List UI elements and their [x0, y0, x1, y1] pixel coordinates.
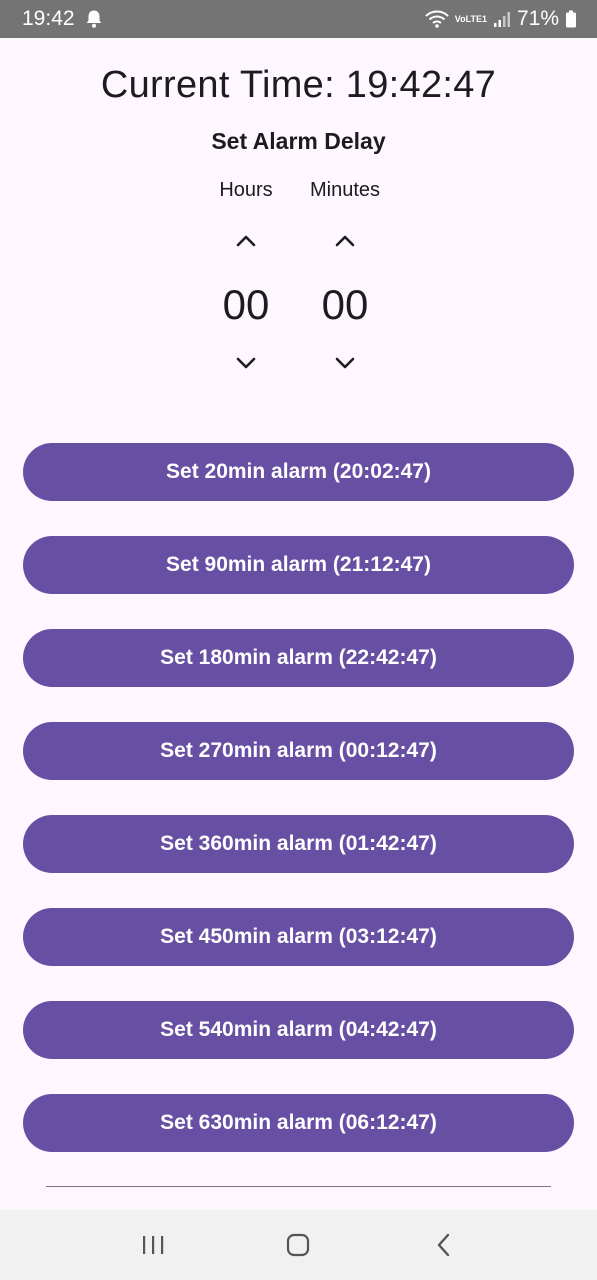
- wifi-icon: [425, 9, 449, 29]
- set-alarm-button-360min[interactable]: Set 360min alarm (01:42:47): [23, 815, 574, 873]
- set-alarm-button-270min[interactable]: Set 270min alarm (00:12:47): [23, 722, 574, 780]
- status-left: 19:42: [22, 7, 103, 31]
- divider: [46, 1186, 551, 1187]
- battery-icon: [565, 10, 577, 28]
- back-button[interactable]: [414, 1215, 474, 1275]
- recent-apps-button[interactable]: [123, 1215, 183, 1275]
- minutes-value[interactable]: 00: [285, 270, 405, 340]
- hours-increment-chevron-up-icon[interactable]: [234, 234, 258, 248]
- delay-title: Set Alarm Delay: [211, 128, 386, 154]
- battery-text: 71%: [516, 7, 559, 30]
- volte-icon: VoLTE1: [454, 13, 487, 24]
- hours-decrement-chevron-down-icon[interactable]: [234, 356, 258, 370]
- status-bar: 19:42 VoLTE1 71%: [0, 0, 597, 38]
- set-alarm-button-450min[interactable]: Set 450min alarm (03:12:47): [23, 908, 574, 966]
- minutes-label: Minutes: [309, 179, 381, 201]
- navigation-bar: [0, 1210, 597, 1280]
- minutes-increment-chevron-up-icon[interactable]: [333, 234, 357, 248]
- home-button[interactable]: [268, 1215, 328, 1275]
- set-alarm-button-630min[interactable]: Set 630min alarm (06:12:47): [23, 1094, 574, 1152]
- status-time: 19:42: [22, 7, 75, 30]
- back-icon: [437, 1233, 450, 1257]
- minutes-picker: Minutes 00: [285, 176, 405, 370]
- signal-icon: [493, 10, 511, 28]
- status-right: VoLTE1 71%: [425, 7, 577, 31]
- set-alarm-button-90min[interactable]: Set 90min alarm (21:12:47): [23, 536, 574, 594]
- set-alarm-button-20min[interactable]: Set 20min alarm (20:02:47): [23, 443, 574, 501]
- bell-icon: [85, 9, 103, 29]
- minutes-decrement-chevron-down-icon[interactable]: [333, 356, 357, 370]
- home-icon: [287, 1233, 310, 1257]
- app-content: Current Time: 19:42:47 Set Alarm Delay H…: [0, 38, 597, 1210]
- set-alarm-button-540min[interactable]: Set 540min alarm (04:42:47): [23, 1001, 574, 1059]
- set-alarm-button-180min[interactable]: Set 180min alarm (22:42:47): [23, 629, 574, 687]
- current-time: Current Time: 19:42:47: [100, 64, 497, 106]
- alarm-list: Set 20min alarm (20:02:47) Set 90min ala…: [23, 443, 574, 1187]
- network-label: VoLTE1: [454, 13, 487, 24]
- recent-apps-icon: [142, 1236, 164, 1254]
